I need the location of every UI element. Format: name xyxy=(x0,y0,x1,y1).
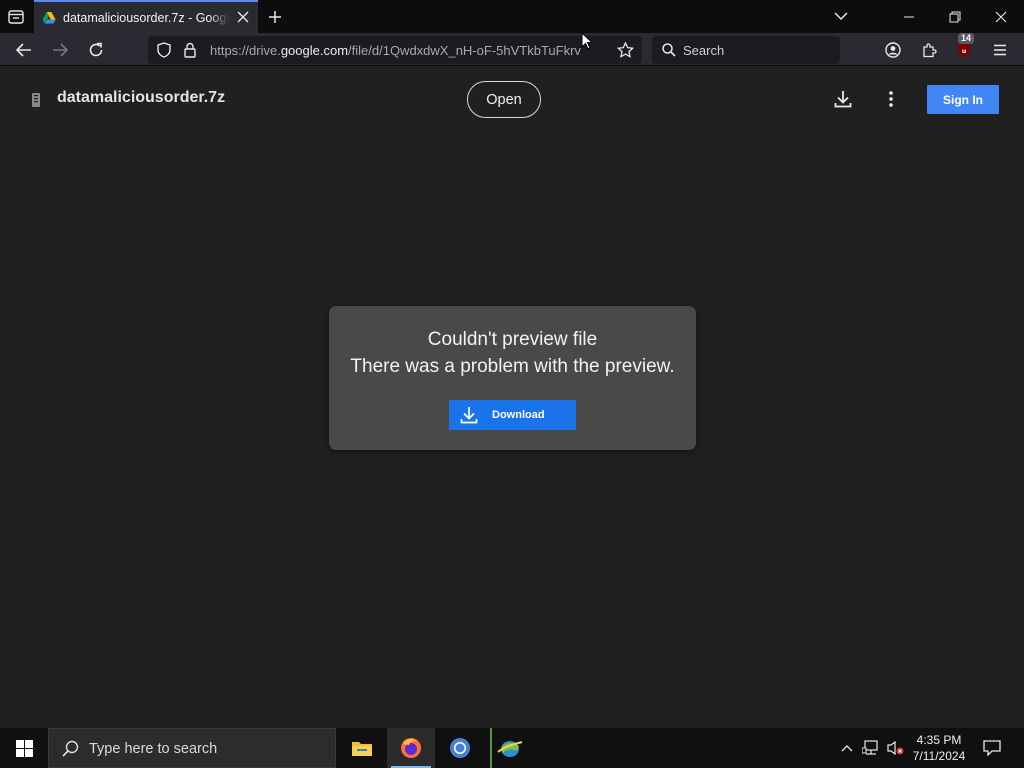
app-menu-button[interactable] xyxy=(986,36,1014,64)
firefox-view-icon[interactable] xyxy=(2,4,30,30)
tray-overflow-button[interactable] xyxy=(838,728,856,768)
file-name: datamaliciousorder.7z xyxy=(57,89,226,106)
google-drive-icon xyxy=(42,11,56,24)
hamburger-menu-icon xyxy=(994,44,1006,56)
globe-network-icon xyxy=(497,741,523,757)
restore-button[interactable] xyxy=(932,0,978,33)
network-tray-button[interactable] xyxy=(860,728,882,768)
restore-icon xyxy=(949,11,961,22)
account-button[interactable] xyxy=(879,36,907,64)
network-app[interactable] xyxy=(486,728,534,768)
volume-muted-icon xyxy=(887,740,904,756)
shield-icon[interactable] xyxy=(157,42,171,58)
extension-count-badge: 14 xyxy=(958,33,975,44)
close-tab-icon[interactable] xyxy=(236,10,250,24)
drive-file-viewer: datamaliciousorder.7z Open Sign In Could… xyxy=(0,67,1024,727)
minimize-button[interactable] xyxy=(886,0,932,33)
download-button[interactable]: Download xyxy=(449,400,576,430)
forward-button[interactable] xyxy=(46,36,74,64)
firefox-app[interactable] xyxy=(387,728,435,768)
download-icon-button[interactable] xyxy=(830,86,856,112)
web-search-bar[interactable]: Search xyxy=(652,36,840,64)
arrow-left-icon xyxy=(16,43,31,57)
search-icon xyxy=(662,43,676,57)
firefox-icon xyxy=(401,738,421,758)
reload-icon xyxy=(89,42,103,57)
taskbar-clock[interactable]: 4:35 PM 7/11/2024 xyxy=(905,732,973,764)
lock-icon[interactable] xyxy=(184,42,196,58)
chevron-up-icon xyxy=(841,745,853,752)
new-tab-button[interactable] xyxy=(262,4,288,30)
clock-date: 7/11/2024 xyxy=(912,749,966,763)
archive-file-icon xyxy=(32,93,40,107)
mouse-cursor-icon xyxy=(581,32,593,50)
more-vert-icon xyxy=(889,91,893,107)
search-icon xyxy=(62,740,79,757)
browser-tab-active[interactable]: datamaliciousorder.7z - Google Drive xyxy=(34,0,258,33)
bookmark-star-icon[interactable] xyxy=(617,42,634,58)
error-title: Couldn't preview file xyxy=(427,329,598,350)
search-placeholder: Search xyxy=(683,43,725,58)
svg-text:u: u xyxy=(962,48,966,55)
list-all-tabs-button[interactable] xyxy=(829,4,853,28)
tab-title: datamaliciousorder.7z - Google Drive xyxy=(63,10,229,25)
browser-titlebar: datamaliciousorder.7z - Google Drive xyxy=(0,0,1024,33)
url-bar[interactable]: https://drive.google.com/file/d/1QwdxdwX… xyxy=(148,36,642,64)
close-icon xyxy=(995,11,1007,22)
account-icon xyxy=(885,42,901,58)
puzzle-icon xyxy=(923,43,937,58)
folder-icon xyxy=(352,742,372,756)
ublock-shield-icon: u xyxy=(958,43,970,57)
chrome-app[interactable] xyxy=(436,728,484,768)
action-center-button[interactable] xyxy=(978,728,1006,768)
chevron-down-icon xyxy=(834,12,848,21)
clock-time: 4:35 PM xyxy=(916,733,962,747)
taskbar-search-box[interactable]: Type here to search xyxy=(48,728,336,768)
volume-tray-button[interactable] xyxy=(884,728,906,768)
plus-icon xyxy=(269,11,281,23)
open-button[interactable]: Open xyxy=(467,81,541,118)
app-running-indicator xyxy=(490,728,492,768)
back-button[interactable] xyxy=(10,36,38,64)
start-button[interactable] xyxy=(0,728,48,768)
preview-error-dialog: Couldn't preview file There was a proble… xyxy=(329,306,696,450)
extensions-button[interactable] xyxy=(915,36,943,64)
taskbar-search-placeholder: Type here to search xyxy=(89,741,218,757)
error-message: There was a problem with the preview. xyxy=(350,356,675,377)
url-text[interactable]: https://drive.google.com/file/d/1QwdxdwX… xyxy=(210,43,606,58)
file-explorer-app[interactable] xyxy=(338,728,386,768)
more-options-button[interactable] xyxy=(879,86,903,112)
arrow-right-icon xyxy=(53,43,68,57)
browser-navbar: https://drive.google.com/file/d/1QwdxdwX… xyxy=(0,33,1024,66)
network-wired-icon xyxy=(862,740,878,755)
close-window-button[interactable] xyxy=(978,0,1024,33)
sign-in-button[interactable]: Sign In xyxy=(927,85,999,114)
download-icon xyxy=(834,91,852,108)
reload-button[interactable] xyxy=(82,36,110,64)
notification-icon xyxy=(983,740,1001,756)
download-icon xyxy=(460,407,478,424)
windows-taskbar: Type here to search 4:35 PM 7/11/2024 xyxy=(0,728,1024,768)
download-label: Download xyxy=(492,409,545,421)
windows-logo-icon xyxy=(15,739,33,757)
minimize-icon xyxy=(904,16,914,17)
chrome-icon xyxy=(450,738,470,758)
